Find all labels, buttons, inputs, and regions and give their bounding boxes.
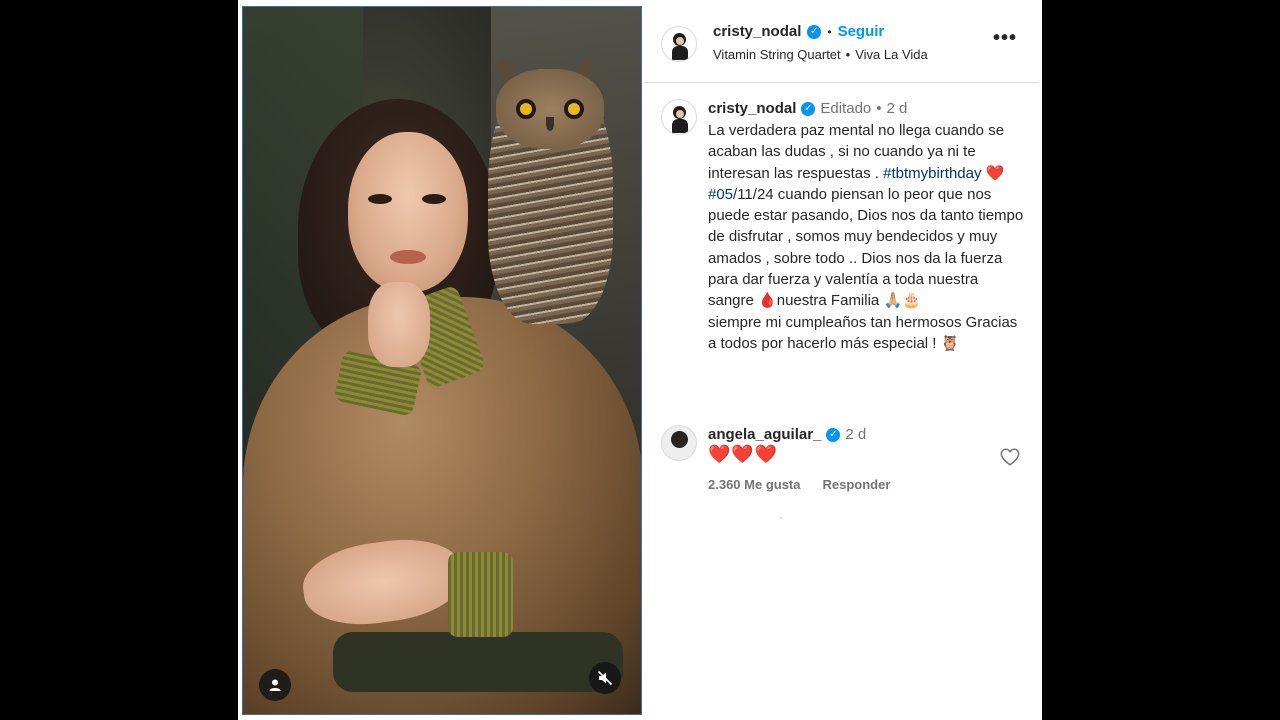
header-username[interactable]: cristy_nodal bbox=[713, 23, 801, 40]
user-tag-icon bbox=[269, 679, 281, 691]
edited-label: Editado bbox=[820, 100, 872, 117]
more-options-icon[interactable]: ••• bbox=[993, 28, 1017, 48]
verified-badge-icon: ✓ bbox=[807, 24, 822, 39]
heart-outline-icon[interactable] bbox=[999, 446, 1021, 468]
reply-button[interactable]: Responder bbox=[823, 477, 891, 492]
audio-track: Viva La Vida bbox=[855, 47, 928, 62]
pray-cake-emoji: 🙏🏼🎂 bbox=[883, 292, 921, 310]
comment-text: ❤️❤️❤️ bbox=[708, 444, 779, 464]
photo-face bbox=[348, 132, 468, 292]
heart-emoji: ❤️ bbox=[985, 164, 1005, 182]
blood-drop-emoji: 🩸 bbox=[758, 292, 777, 310]
audio-artist: Vitamin String Quartet bbox=[713, 47, 841, 62]
hashtag-link[interactable]: #05 bbox=[708, 186, 733, 203]
caption-text: La verdadera paz mental no llega cuando … bbox=[708, 122, 1028, 352]
separator-dot: • bbox=[827, 24, 832, 39]
post-media-video[interactable] bbox=[242, 6, 642, 715]
verified-badge-icon: ✓ bbox=[826, 427, 841, 442]
caption-time[interactable]: 2 d bbox=[887, 100, 908, 117]
separator-dot: • bbox=[876, 100, 882, 117]
owl-emoji: 🦉 bbox=[940, 334, 960, 352]
hashtag-link[interactable]: #tbtmybirthday bbox=[883, 165, 981, 182]
separator-dot: • bbox=[845, 47, 851, 62]
comment-likes-count[interactable]: 2.360 Me gusta bbox=[708, 477, 801, 492]
verified-badge-icon: ✓ bbox=[801, 101, 816, 116]
comment-avatar[interactable] bbox=[661, 425, 697, 461]
avatar[interactable] bbox=[661, 26, 697, 62]
post-header: cristy_nodal ✓ • Seguir Vitamin String Q… bbox=[643, 6, 1039, 83]
caption-username[interactable]: cristy_nodal bbox=[708, 100, 796, 117]
comment-username[interactable]: angela_aguilar_ bbox=[708, 426, 821, 443]
photo-fist bbox=[368, 282, 430, 367]
photo-owl bbox=[488, 56, 613, 324]
post-side-panel: cristy_nodal ✓ • Seguir Vitamin String Q… bbox=[643, 6, 1039, 715]
mute-icon bbox=[597, 670, 613, 686]
comment-time[interactable]: 2 d bbox=[845, 426, 866, 443]
user-tag-button[interactable] bbox=[259, 669, 291, 701]
caption-avatar[interactable] bbox=[661, 99, 697, 135]
audio-info[interactable]: Vitamin String Quartet • Viva La Vida bbox=[713, 47, 928, 62]
mute-button[interactable] bbox=[589, 662, 621, 694]
follow-button[interactable]: Seguir bbox=[838, 23, 885, 40]
